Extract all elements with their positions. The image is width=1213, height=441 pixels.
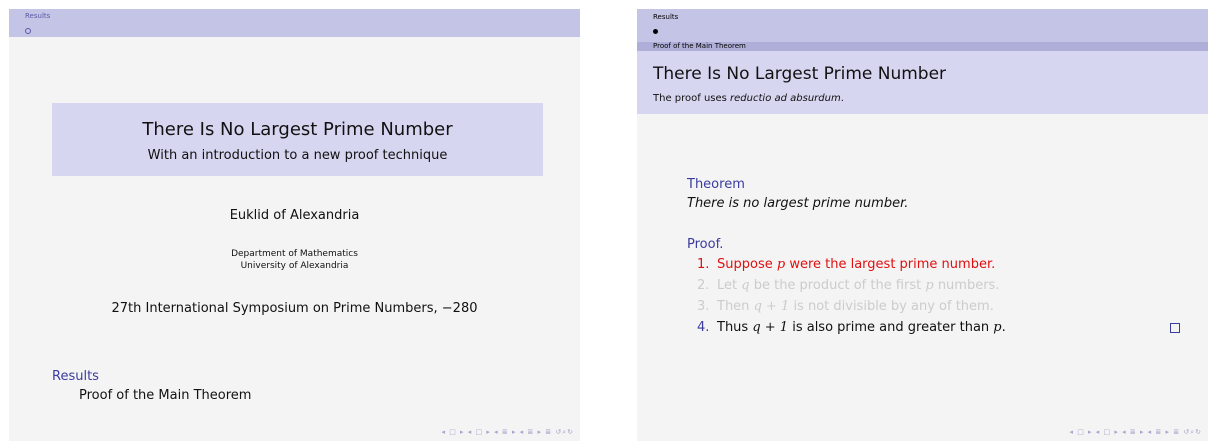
qed-square-icon [1170, 323, 1180, 333]
nav-frame-dot[interactable] [25, 28, 31, 34]
theorem-title: Theorem [687, 177, 745, 192]
frame-subtitle: The proof uses reductio ad absurdum. [653, 93, 844, 104]
title-slide: Results There Is No Largest Prime Number… [9, 9, 580, 441]
step-text: Let [717, 278, 742, 293]
math-variable: p [925, 278, 934, 293]
subsection-bar: Proof of the Main Theorem [637, 42, 1208, 51]
nav-section-link[interactable]: Results [653, 13, 678, 21]
nav-section-link[interactable]: Results [25, 12, 50, 20]
step-text: be the product of the first [749, 278, 926, 293]
beamer-navigation-icons[interactable]: ◂ □ ▸ ◂ □ ▸ ◂ ≣ ▸ ◂ ≣ ▸ ≣ ↺⌕↻ [1069, 428, 1202, 437]
subtitle-suffix: . [840, 93, 844, 104]
proof-title: Proof. [687, 237, 724, 252]
title-box: There Is No Largest Prime Number With an… [52, 103, 543, 176]
math-variable: q [741, 278, 750, 293]
step-text: Thus [717, 320, 753, 335]
math-expression: q + 1 [753, 299, 790, 314]
step-text: is also prime and greater than [788, 320, 994, 335]
nav-frame-dot[interactable] [653, 29, 658, 34]
math-variable: p [993, 320, 1002, 335]
nav-subsection-link[interactable]: Proof of the Main Theorem [653, 42, 746, 51]
step-text: Then [717, 299, 754, 314]
step-number: 3. [697, 299, 710, 314]
step-text: numbers. [933, 278, 1000, 293]
institute-department: Department of Mathematics [231, 249, 358, 259]
frametitle-box: There Is No Largest Prime Number The pro… [637, 51, 1208, 114]
presentation-subtitle: With an introduction to a new proof tech… [147, 148, 448, 163]
author: Euklid of Alexandria [229, 208, 360, 223]
headline-bar: Results [9, 9, 580, 37]
presentation-title: There Is No Largest Prime Number [142, 119, 453, 140]
step-number: 1. [697, 257, 710, 272]
proof-step-1: 1. Suppose p were the largest prime numbe… [697, 257, 995, 272]
toc-section-link[interactable]: Results [52, 369, 99, 384]
frame-title: There Is No Largest Prime Number [653, 64, 947, 84]
math-expression: q + 1 [752, 320, 789, 335]
step-number: 4. [697, 320, 710, 335]
step-number: 2. [697, 278, 710, 293]
step-text: Suppose [717, 257, 777, 272]
proof-slide: Results Proof of the Main Theorem There … [637, 9, 1208, 441]
subtitle-emphasis: reductio ad absurdum [730, 93, 841, 104]
step-text: . [1001, 320, 1006, 335]
event-date: 27th International Symposium on Prime Nu… [111, 301, 478, 316]
step-text: were the largest prime number. [785, 257, 996, 272]
toc-subsection-link[interactable]: Proof of the Main Theorem [79, 388, 251, 403]
beamer-navigation-icons[interactable]: ◂ □ ▸ ◂ □ ▸ ◂ ≣ ▸ ◂ ≣ ▸ ≣ ↺⌕↻ [441, 428, 574, 437]
subtitle-prefix: The proof uses [653, 93, 731, 104]
theorem-body: There is no largest prime number. [687, 196, 909, 211]
proof-step-2: 2. Let q be the product of the first p nu… [697, 278, 999, 293]
math-variable: p [776, 257, 786, 272]
proof-step-4: 4. Thus q + 1 is also prime and greater t… [697, 320, 1006, 335]
headline-bar: Results [637, 9, 1208, 42]
institute-university: University of Alexandria [240, 261, 349, 271]
proof-step-3: 3. Then q + 1 is not divisible by any of … [697, 299, 994, 314]
step-text: is not divisible by any of them. [789, 299, 994, 314]
